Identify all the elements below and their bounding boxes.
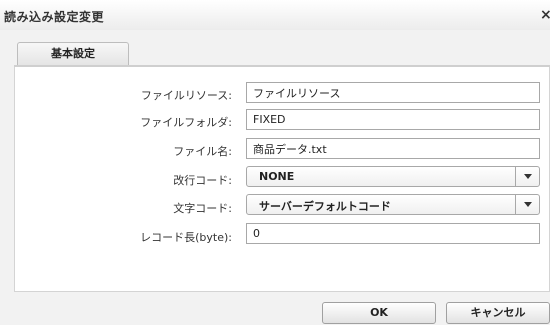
dialog-title: 読み込み設定変更 bbox=[4, 10, 105, 24]
tab-container: 基本設定 bbox=[14, 38, 550, 292]
dialog: 読み込み設定変更 × 基本設定 ファイルリソース: ファイルフォルダ: ファイル… bbox=[0, 0, 550, 325]
newline-code-dropdown-button[interactable] bbox=[515, 167, 539, 186]
cancel-button[interactable]: キャンセル bbox=[446, 302, 550, 324]
char-code-label: 文字コード: bbox=[173, 202, 232, 215]
char-code-dropdown-button[interactable] bbox=[515, 195, 539, 214]
chevron-down-icon bbox=[524, 174, 532, 179]
file-folder-label: ファイルフォルダ: bbox=[140, 116, 232, 129]
tab-basic-settings[interactable]: 基本設定 bbox=[17, 42, 129, 66]
newline-code-value: NONE bbox=[259, 170, 295, 183]
record-length-field[interactable] bbox=[246, 223, 540, 244]
file-resource-field[interactable] bbox=[246, 82, 540, 103]
record-length-label: レコード長(byte): bbox=[140, 231, 232, 244]
file-name-label: ファイル名: bbox=[173, 145, 232, 158]
newline-code-select[interactable]: NONE bbox=[246, 166, 540, 187]
file-resource-label: ファイルリソース: bbox=[140, 89, 232, 102]
dialog-titlebar[interactable]: 読み込み設定変更 × bbox=[0, 0, 550, 30]
file-name-field[interactable] bbox=[246, 138, 540, 159]
ok-button[interactable]: OK bbox=[322, 302, 436, 324]
close-icon[interactable]: × bbox=[540, 7, 550, 23]
char-code-value: サーバーデフォルトコード bbox=[259, 200, 391, 213]
chevron-down-icon bbox=[524, 202, 532, 207]
file-folder-field[interactable] bbox=[246, 109, 540, 130]
newline-code-label: 改行コード: bbox=[173, 174, 232, 187]
char-code-select[interactable]: サーバーデフォルトコード bbox=[246, 194, 540, 215]
